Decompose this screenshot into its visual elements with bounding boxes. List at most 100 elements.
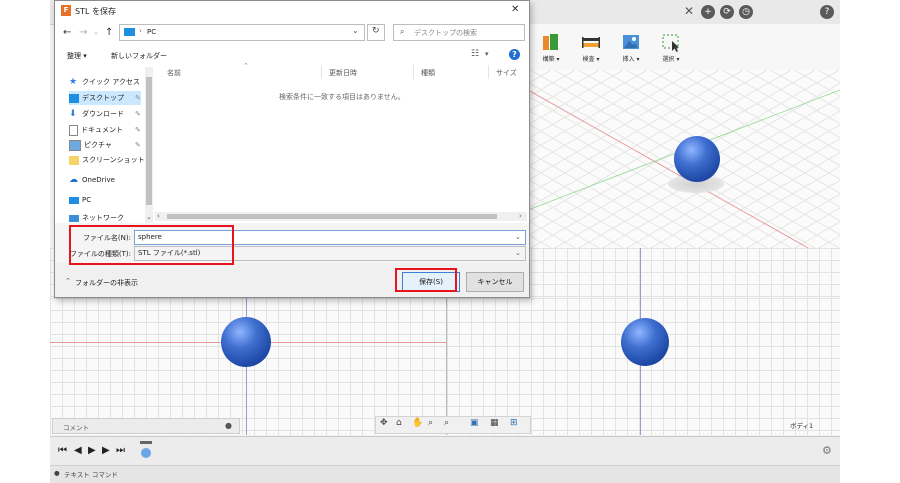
recent-chevron-icon[interactable]: ⌄: [93, 28, 99, 36]
sidebar-item-desktop[interactable]: デスクトップ ✎: [69, 91, 141, 105]
column-size[interactable]: サイズ: [496, 68, 517, 78]
perspective-viewport[interactable]: [528, 70, 840, 248]
side-viewport[interactable]: [447, 298, 840, 435]
view-options-icon[interactable]: ☷: [471, 49, 479, 59]
pc-icon: [69, 196, 79, 204]
refresh-button[interactable]: ↻: [367, 24, 385, 41]
filename-dropdown-icon[interactable]: ⌄: [515, 231, 521, 244]
sphere-body[interactable]: [674, 136, 720, 182]
sidebar-item-documents[interactable]: ドキュメント ✎: [69, 123, 141, 137]
up-arrow-icon[interactable]: ↑: [105, 27, 113, 38]
comment-add-icon[interactable]: ●: [225, 421, 232, 430]
ribbon-select-button[interactable]: 選択 ▾: [652, 32, 690, 63]
step-forward-icon[interactable]: ▶: [102, 445, 110, 456]
column-date[interactable]: 更新日時: [329, 68, 357, 78]
go-to-start-icon[interactable]: ⏮: [58, 445, 67, 456]
text-command-bar[interactable]: ● テキスト コマンド: [50, 465, 840, 483]
column-separator: [321, 65, 322, 79]
sidebar-item-label: スクリーンショット: [82, 156, 145, 164]
pan-icon[interactable]: ✋: [412, 418, 423, 428]
text-command-dot-icon: ●: [54, 469, 60, 477]
hide-folders-toggle[interactable]: フォルダーの非表示: [75, 278, 138, 288]
column-name[interactable]: 名前: [167, 68, 181, 78]
forward-arrow-icon[interactable]: →: [79, 27, 87, 38]
cancel-button[interactable]: キャンセル: [466, 272, 524, 292]
dialog-command-bar: 整理 ▾ 新しいフォルダー ☷ ▾ ?: [55, 45, 529, 65]
pin-icon[interactable]: ✎: [135, 91, 141, 105]
file-list-hscrollbar[interactable]: ‹ ›: [155, 212, 527, 221]
document-icon: [69, 124, 78, 136]
orbit-icon[interactable]: ✥: [380, 418, 388, 428]
dialog-close-icon[interactable]: ✕: [511, 4, 519, 15]
play-icon[interactable]: ▶: [88, 445, 96, 456]
pin-icon[interactable]: ✎: [135, 107, 141, 121]
history-icon[interactable]: ⟳: [720, 5, 734, 19]
sidebar-item-onedrive[interactable]: ☁ OneDrive: [69, 173, 149, 187]
ribbon-build-button[interactable]: 構築 ▾: [532, 32, 570, 63]
file-list-header: ⌃ 名前 更新日時 種類 サイズ: [155, 62, 527, 79]
refresh-icon: ↻: [372, 26, 380, 36]
sidebar-item-quick-access[interactable]: ★ クイック アクセス: [69, 75, 149, 89]
view-dropdown-icon[interactable]: ▾: [485, 50, 489, 58]
hscroll-thumb[interactable]: [167, 214, 497, 219]
organize-button[interactable]: 整理 ▾: [67, 51, 87, 61]
breadcrumb-separator: ›: [139, 27, 142, 35]
axis-line-vertical: [640, 248, 641, 298]
breadcrumb-pc[interactable]: PC: [147, 28, 156, 36]
fit-icon[interactable]: ⌕: [444, 418, 449, 428]
select-icon: [652, 32, 690, 52]
filetype-dropdown-icon[interactable]: ⌄: [515, 247, 521, 260]
pin-icon[interactable]: ✎: [135, 123, 141, 137]
timeline-feature-marker[interactable]: [140, 441, 152, 459]
sort-indicator-icon: ⌃: [243, 62, 249, 70]
display-settings-icon[interactable]: ▣: [470, 418, 479, 428]
help-icon[interactable]: ?: [509, 49, 520, 60]
front-viewport[interactable]: [50, 298, 446, 435]
sphere-front-view[interactable]: [221, 317, 271, 367]
new-folder-button[interactable]: 新しいフォルダー: [111, 51, 167, 61]
ribbon-insert-button[interactable]: 挿入 ▾: [612, 32, 650, 63]
sidebar-item-downloads[interactable]: ⬇ ダウンロード ✎: [69, 107, 141, 121]
timeline-settings-icon[interactable]: ⚙: [822, 444, 832, 457]
sidebar-scrollbar[interactable]: ⌄: [145, 67, 153, 223]
column-type[interactable]: 種類: [421, 68, 435, 78]
sidebar-item-label: デスクトップ: [82, 94, 124, 102]
scroll-down-icon[interactable]: ⌄: [146, 213, 152, 221]
sidebar-item-screenshots[interactable]: スクリーンショット: [69, 153, 149, 167]
column-separator: [488, 65, 489, 79]
pc-icon: [124, 28, 135, 36]
scroll-left-icon[interactable]: ‹: [157, 212, 160, 220]
address-bar[interactable]: › PC ⌄: [119, 24, 365, 41]
address-dropdown-icon[interactable]: ⌄: [352, 26, 359, 35]
ribbon-insert-label: 挿入 ▾: [622, 56, 640, 63]
sidebar-scroll-thumb[interactable]: [146, 77, 152, 205]
search-box[interactable]: ⌕ デスクトップの検索: [393, 24, 525, 41]
clock-icon[interactable]: ◷: [739, 5, 753, 19]
download-icon: ⬇: [69, 108, 77, 119]
step-back-icon[interactable]: ◀: [74, 445, 82, 456]
sidebar-item-label: ドキュメント: [81, 126, 123, 134]
comment-label: コメント: [63, 424, 89, 432]
back-arrow-icon[interactable]: ←: [63, 27, 71, 38]
sidebar-item-label: クイック アクセス: [82, 78, 140, 86]
go-to-end-icon[interactable]: ⏭: [116, 445, 125, 456]
help-icon[interactable]: ?: [820, 5, 834, 19]
close-tab-icon[interactable]: ✕: [682, 4, 696, 18]
sidebar-item-pc[interactable]: PC: [69, 193, 149, 207]
scroll-right-icon[interactable]: ›: [519, 212, 522, 220]
viewports-icon[interactable]: ⊞: [510, 418, 518, 428]
sphere-side-view[interactable]: [621, 318, 669, 366]
grid-settings-icon[interactable]: ▦: [490, 418, 499, 428]
empty-list-message: 検索条件に一致する項目はありません。: [279, 93, 405, 101]
sidebar-item-label: PC: [82, 196, 92, 204]
comment-panel[interactable]: コメント ●: [52, 418, 240, 434]
picture-icon: [69, 139, 81, 151]
sidebar-item-pictures[interactable]: ピクチャ ✎: [69, 138, 141, 152]
add-tab-icon[interactable]: +: [701, 5, 715, 19]
look-at-icon[interactable]: ⌂: [396, 418, 402, 428]
dialog-footer: ⌃ フォルダーの非表示 保存(S) キャンセル: [55, 263, 529, 297]
zoom-icon[interactable]: ⌕: [428, 418, 433, 428]
ribbon-inspect-button[interactable]: 検査 ▾: [572, 32, 610, 63]
pin-icon[interactable]: ✎: [135, 138, 141, 152]
collapse-chevron-icon[interactable]: ⌃: [65, 277, 71, 285]
